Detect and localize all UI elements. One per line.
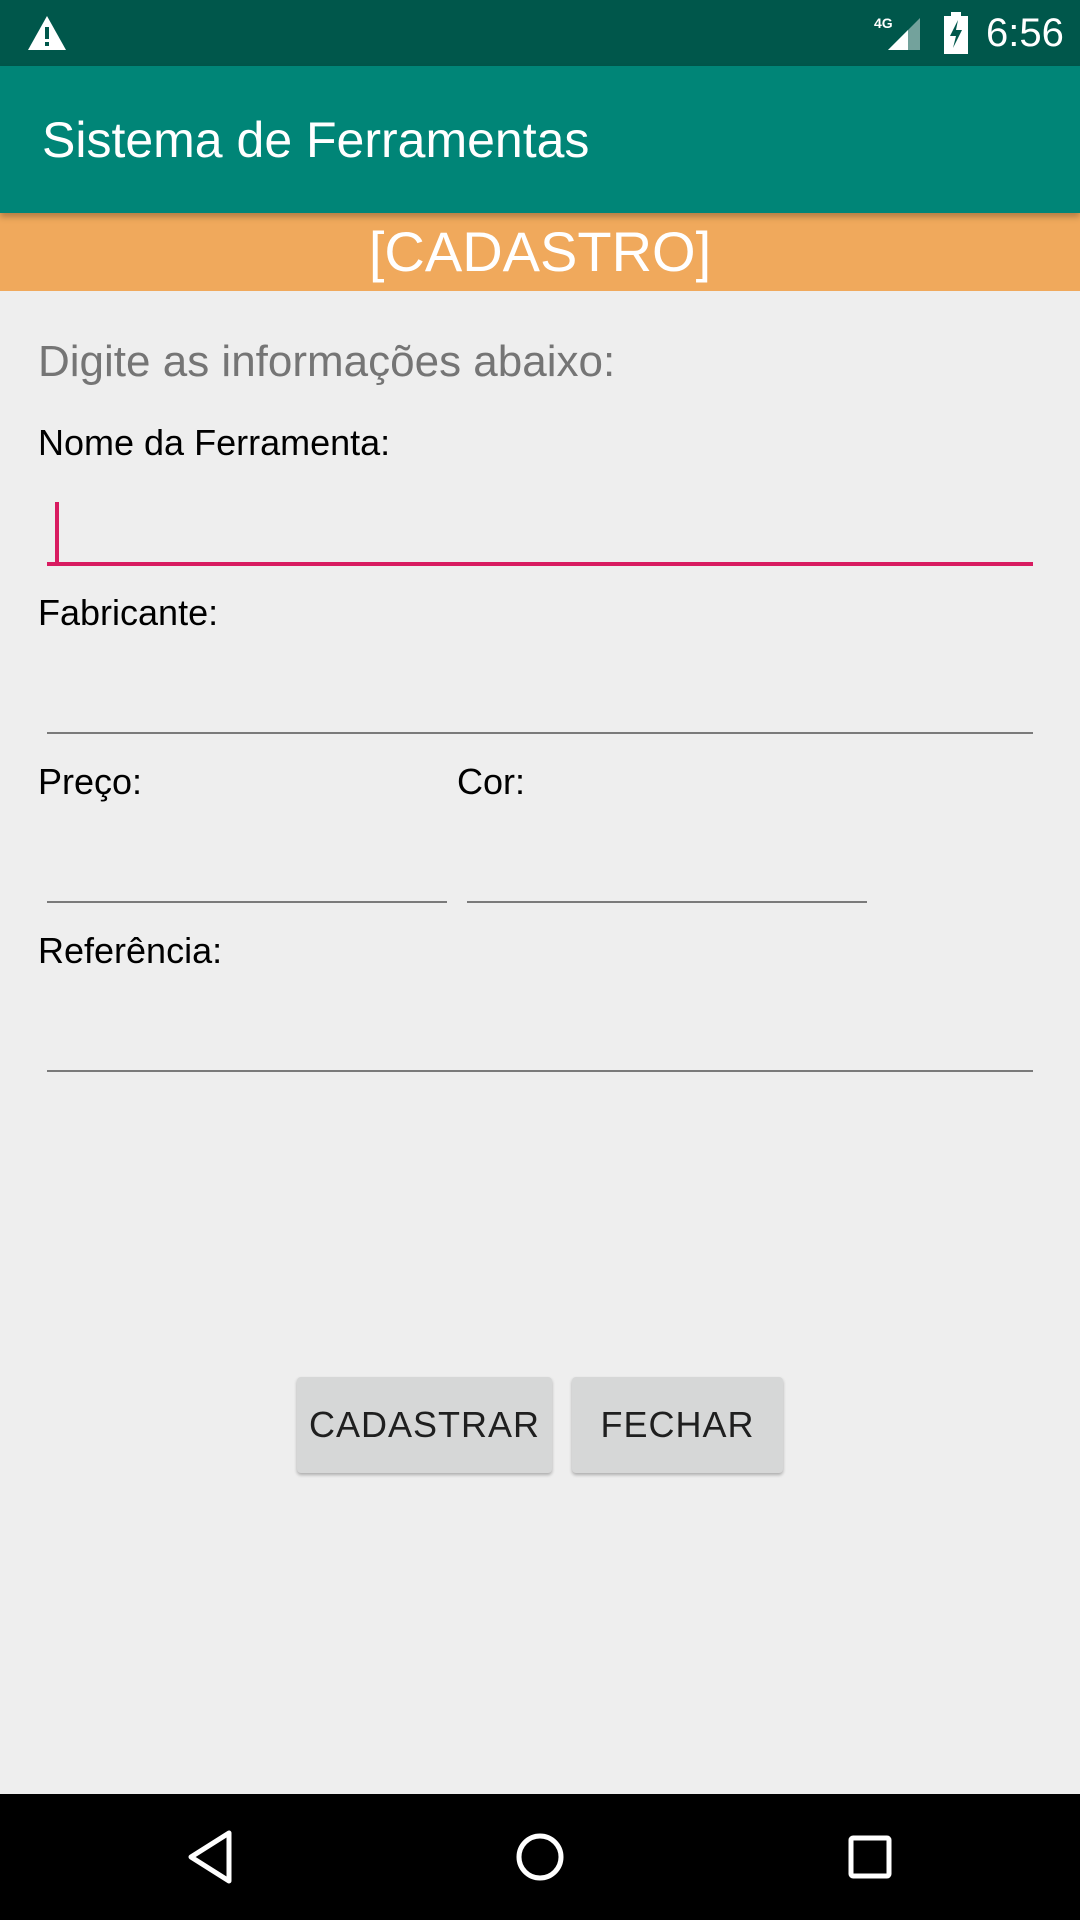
referencia-label: Referência: (38, 930, 223, 971)
fabricante-label: Fabricante: (38, 592, 219, 633)
battery-charging-icon (944, 12, 968, 54)
referencia-input[interactable] (47, 1000, 1033, 1072)
warning-icon (28, 16, 66, 50)
fabricante-input[interactable] (47, 662, 1033, 734)
nome-input[interactable] (47, 492, 1033, 566)
cor-label: Cor: (457, 761, 526, 802)
preco-input[interactable] (47, 831, 447, 903)
form-instruction: Digite as informações abaixo: (38, 337, 616, 386)
cor-input[interactable] (467, 831, 867, 903)
clock: 6:56 (986, 11, 1064, 55)
section-banner: [CADASTRO] (0, 213, 1080, 291)
cadastrar-button[interactable]: CADASTRAR (297, 1377, 552, 1473)
back-icon[interactable] (181, 1827, 241, 1887)
status-bar: 4G 6:56 (0, 0, 1080, 66)
app-bar: Sistema de Ferramentas (0, 66, 1080, 213)
preco-label: Preço: (38, 761, 143, 802)
banner-title: [CADASTRO] (368, 220, 712, 283)
navigation-bar (0, 1794, 1080, 1920)
nome-label: Nome da Ferramenta: (38, 422, 391, 463)
svg-text:4G: 4G (874, 15, 893, 31)
screen: 4G 6:56 Sistema de Ferramentas [CADASTRO… (0, 0, 1080, 1920)
fechar-button[interactable]: FECHAR (572, 1377, 783, 1473)
app-title: Sistema de Ferramentas (42, 112, 590, 168)
recents-icon[interactable] (840, 1827, 900, 1887)
signal-icon: 4G (874, 15, 920, 50)
home-icon[interactable] (510, 1827, 570, 1887)
text-cursor (55, 502, 59, 562)
